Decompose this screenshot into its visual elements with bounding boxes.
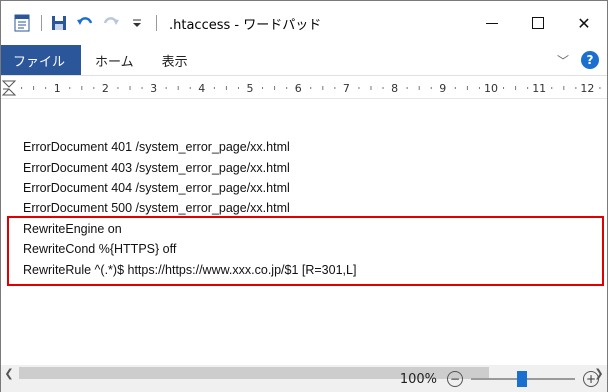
ruler-tick bbox=[141, 87, 143, 89]
app-icon[interactable] bbox=[11, 12, 33, 34]
tab-home[interactable]: ホーム bbox=[81, 45, 148, 75]
ruler-number: 6 bbox=[295, 82, 302, 95]
zoom-in-button[interactable]: + bbox=[583, 371, 599, 387]
ruler-tick bbox=[165, 87, 167, 89]
toolbar-separator bbox=[41, 15, 42, 31]
tab-view[interactable]: 表示 bbox=[148, 45, 202, 75]
ruler-tick bbox=[45, 87, 47, 89]
ruler-tick bbox=[527, 87, 529, 89]
document-line: ErrorDocument 404 /system_error_page/xx.… bbox=[23, 181, 290, 195]
ruler-tick bbox=[515, 86, 517, 90]
ruler-tick bbox=[177, 86, 179, 90]
zoom-out-button[interactable]: − bbox=[447, 371, 463, 387]
ruler-tick bbox=[117, 87, 119, 89]
ruler-tick bbox=[262, 87, 264, 89]
ruler-tick bbox=[81, 86, 83, 90]
ruler-tick bbox=[334, 87, 336, 89]
ruler-tick bbox=[225, 86, 227, 90]
toolbar-separator bbox=[156, 15, 157, 31]
ruler-number: 5 bbox=[247, 82, 254, 95]
zoom-slider[interactable] bbox=[471, 371, 575, 387]
redo-icon[interactable] bbox=[100, 12, 122, 34]
ruler-tick bbox=[21, 87, 23, 89]
quick-access-toolbar bbox=[1, 1, 163, 45]
ruler-tick bbox=[466, 86, 468, 90]
highlight-box bbox=[7, 216, 604, 286]
ribbon-tabs: ファイル ホーム 表示 ﹀ ? bbox=[1, 45, 607, 75]
ruler-number: 8 bbox=[391, 82, 398, 95]
ruler-number: 9 bbox=[439, 82, 446, 95]
tab-file[interactable]: ファイル bbox=[1, 45, 82, 75]
title-bar: .htaccess - ワードパッド ✕ bbox=[1, 1, 607, 45]
ruler-tick bbox=[599, 87, 601, 89]
ruler-tick bbox=[575, 87, 577, 89]
ruler-tick bbox=[93, 87, 95, 89]
document-line: ErrorDocument 500 /system_error_page/xx.… bbox=[23, 201, 290, 215]
ruler-tick bbox=[189, 87, 191, 89]
ribbon-right-controls: ﹀ ? bbox=[557, 45, 599, 75]
window-controls: ✕ bbox=[469, 1, 607, 45]
ruler-number: 3 bbox=[150, 82, 157, 95]
ruler[interactable]: 1 2 3 4 5 6 7 8 9 10 11 12 bbox=[1, 75, 607, 99]
chevron-down-icon[interactable]: ﹀ bbox=[557, 52, 569, 69]
ruler-tick bbox=[286, 87, 288, 89]
document-area[interactable]: ErrorDocument 401 /system_error_page/xx.… bbox=[1, 99, 607, 365]
ruler-tick bbox=[563, 86, 565, 90]
close-icon: ✕ bbox=[577, 13, 591, 33]
close-button[interactable]: ✕ bbox=[561, 1, 607, 45]
ruler-tick bbox=[406, 87, 408, 89]
status-bar: 100% − + bbox=[1, 371, 607, 392]
ruler-number: 10 bbox=[484, 82, 498, 95]
ruler-tick bbox=[129, 86, 131, 90]
ruler-tick bbox=[478, 87, 480, 89]
document-line: ErrorDocument 401 /system_error_page/xx.… bbox=[23, 140, 290, 154]
maximize-button[interactable] bbox=[515, 1, 561, 45]
customize-toolbar-icon[interactable] bbox=[126, 12, 148, 34]
scroll-left-icon[interactable]: ❮ bbox=[1, 365, 17, 381]
ruler-tick bbox=[33, 86, 35, 90]
ruler-tick bbox=[358, 87, 360, 89]
help-icon[interactable]: ? bbox=[581, 51, 599, 69]
ruler-tick bbox=[382, 87, 384, 89]
window-title: .htaccess - ワードパッド bbox=[169, 17, 322, 33]
ruler-number: 12 bbox=[580, 82, 594, 95]
maximize-icon bbox=[532, 17, 544, 29]
ruler-tick bbox=[454, 87, 456, 89]
ruler-number: 2 bbox=[102, 82, 109, 95]
ruler-tick bbox=[213, 87, 215, 89]
save-icon[interactable] bbox=[48, 12, 70, 34]
ruler-number: 1 bbox=[54, 82, 61, 95]
ruler-number: 7 bbox=[343, 82, 350, 95]
minimize-icon bbox=[486, 22, 498, 24]
zoom-control: 100% − + bbox=[400, 365, 599, 392]
ruler-tick bbox=[310, 87, 312, 89]
ruler-tick bbox=[237, 87, 239, 89]
ruler-tick bbox=[430, 87, 432, 89]
zoom-level-text: 100% bbox=[399, 371, 437, 387]
ruler-tick bbox=[370, 86, 372, 90]
ruler-tick bbox=[69, 87, 71, 89]
ruler-graphic: 1 2 3 4 5 6 7 8 9 10 11 12 bbox=[1, 80, 601, 96]
ruler-tick bbox=[551, 87, 553, 89]
ruler-number: 4 bbox=[198, 82, 205, 95]
indent-marker-icon bbox=[1, 80, 17, 96]
minimize-button[interactable] bbox=[469, 1, 515, 45]
ruler-tick bbox=[418, 86, 420, 90]
ruler-number: 11 bbox=[532, 82, 546, 95]
ruler-tick bbox=[503, 87, 505, 89]
ruler-tick bbox=[322, 86, 324, 90]
undo-icon[interactable] bbox=[74, 12, 96, 34]
wordpad-window: .htaccess - ワードパッド ✕ ファイル ホーム 表示 ﹀ ? 123… bbox=[0, 0, 608, 392]
document-line: ErrorDocument 403 /system_error_page/xx.… bbox=[23, 161, 290, 175]
ruler-tick bbox=[274, 86, 276, 90]
zoom-slider-knob[interactable] bbox=[517, 371, 527, 387]
